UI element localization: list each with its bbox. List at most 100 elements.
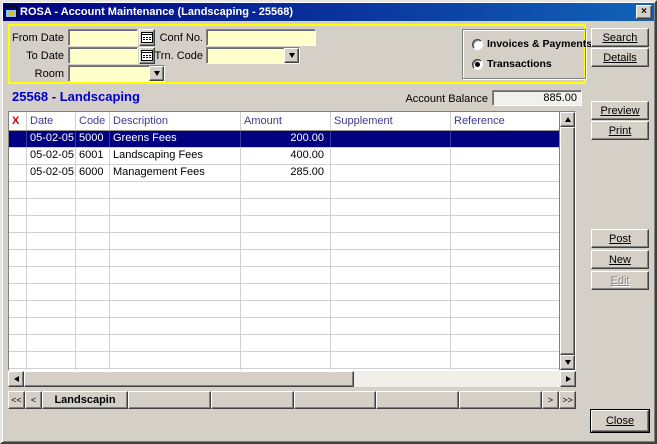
row-amount-cell: 400.00 — [241, 148, 331, 164]
row-code-cell — [76, 199, 110, 215]
scroll-down-button[interactable] — [560, 355, 575, 370]
row-code-cell — [76, 369, 110, 370]
pager-cell-empty[interactable] — [128, 391, 211, 409]
row-supplement-cell — [331, 182, 451, 198]
transactions-table: X Date Code Description Amount Supplemen… — [8, 111, 576, 371]
row-supplement-cell — [331, 301, 451, 317]
new-button[interactable]: New — [591, 250, 649, 269]
trn-code-label: Trn. Code — [154, 50, 203, 62]
table-row[interactable] — [9, 233, 559, 250]
pager-cell-empty[interactable] — [293, 391, 377, 409]
row-description-cell — [110, 267, 241, 283]
table-row[interactable] — [9, 301, 559, 318]
row-reference-cell — [451, 318, 559, 334]
table-row[interactable] — [9, 318, 559, 335]
row-date-cell — [27, 335, 76, 351]
row-description-cell — [110, 250, 241, 266]
pager-cell-empty[interactable] — [210, 391, 294, 409]
account-pager: << < Landscapin > >> — [8, 391, 576, 409]
pager-cell-empty[interactable] — [376, 391, 460, 409]
pager-next-button[interactable]: > — [542, 391, 559, 409]
table-row[interactable]: 05-02-05 6000 Management Fees 285.00 — [9, 165, 559, 182]
table-row[interactable]: 05-02-05 6001 Landscaping Fees 400.00 — [9, 148, 559, 165]
radio-label-transactions[interactable]: Transactions — [487, 58, 552, 70]
table-row[interactable] — [9, 284, 559, 301]
row-delete-cell — [9, 216, 27, 232]
to-date-input[interactable] — [68, 47, 138, 64]
column-header-reference: Reference — [454, 115, 505, 127]
scroll-up-button[interactable] — [560, 112, 575, 127]
edit-button[interactable]: Edit — [591, 271, 649, 290]
scroll-right-button[interactable] — [560, 371, 576, 387]
row-amount-cell: 200.00 — [241, 131, 331, 147]
row-description-cell: Landscaping Fees — [110, 148, 241, 164]
scroll-left-button[interactable] — [8, 371, 24, 387]
row-supplement-cell — [331, 267, 451, 283]
row-supplement-cell — [331, 216, 451, 232]
row-reference-cell — [451, 199, 559, 215]
horizontal-scroll-track[interactable] — [354, 371, 560, 387]
column-header-delete: X — [9, 112, 27, 130]
print-button[interactable]: Print — [591, 121, 649, 140]
pager-last-button[interactable]: >> — [559, 391, 576, 409]
row-reference-cell — [451, 250, 559, 266]
row-supplement-cell — [331, 318, 451, 334]
row-reference-cell — [451, 284, 559, 300]
row-amount-cell — [241, 233, 331, 249]
table-row[interactable] — [9, 267, 559, 284]
from-date-input[interactable] — [68, 29, 138, 46]
column-header-description: Description — [110, 112, 241, 130]
row-delete-cell — [9, 301, 27, 317]
app-icon — [5, 6, 17, 18]
vertical-scrollbar[interactable] — [559, 112, 575, 370]
table-row[interactable] — [9, 182, 559, 199]
radio-label-invoices-payments[interactable]: Invoices & Payments — [487, 38, 592, 50]
table-row[interactable] — [9, 335, 559, 352]
preview-button[interactable]: Preview — [591, 101, 649, 120]
row-reference-cell — [451, 233, 559, 249]
row-delete-cell — [9, 335, 27, 351]
table-row[interactable] — [9, 352, 559, 369]
row-delete-cell — [9, 250, 27, 266]
row-supplement-cell — [331, 165, 451, 181]
search-button[interactable]: Search — [591, 28, 649, 47]
row-amount-cell — [241, 199, 331, 215]
pager-fillers — [128, 391, 542, 409]
radio-button[interactable] — [472, 39, 483, 50]
row-description-cell — [110, 352, 241, 368]
radio-button[interactable] — [472, 59, 483, 70]
vertical-scroll-thumb[interactable] — [560, 127, 575, 355]
table-row[interactable] — [9, 199, 559, 216]
conf-no-input[interactable] — [206, 29, 316, 46]
horizontal-scroll-thumb[interactable] — [24, 371, 354, 387]
close-button[interactable]: Close — [591, 410, 649, 432]
trn-code-dropdown-button[interactable] — [284, 48, 299, 63]
row-date-cell — [27, 318, 76, 334]
row-description-cell — [110, 284, 241, 300]
row-delete-cell — [9, 182, 27, 198]
row-date-cell — [27, 250, 76, 266]
room-dropdown-button[interactable] — [149, 66, 164, 81]
table-row[interactable] — [9, 216, 559, 233]
table-row[interactable] — [9, 250, 559, 267]
pager-active-tab[interactable]: Landscapin — [42, 391, 128, 409]
row-code-cell: 6000 — [76, 165, 110, 181]
table-row[interactable] — [9, 369, 559, 370]
row-code-cell — [76, 233, 110, 249]
row-supplement-cell — [331, 131, 451, 147]
close-icon[interactable]: × — [636, 5, 652, 19]
row-amount-cell — [241, 182, 331, 198]
row-delete-cell — [9, 352, 27, 368]
details-button[interactable]: Details — [591, 48, 649, 67]
table-row[interactable]: 05-02-05 5000 Greens Fees 200.00 — [9, 131, 559, 148]
column-header-code: Code — [76, 112, 110, 130]
row-description-cell — [110, 216, 241, 232]
post-button[interactable]: Post — [591, 229, 649, 248]
pager-prev-button[interactable]: < — [25, 391, 42, 409]
horizontal-scrollbar[interactable] — [8, 371, 576, 387]
row-amount-cell — [241, 318, 331, 334]
titlebar[interactable]: ROSA - Account Maintenance (Landscaping … — [3, 3, 654, 21]
row-description-cell — [110, 369, 241, 370]
pager-first-button[interactable]: << — [8, 391, 25, 409]
pager-cell-empty[interactable] — [459, 391, 542, 409]
